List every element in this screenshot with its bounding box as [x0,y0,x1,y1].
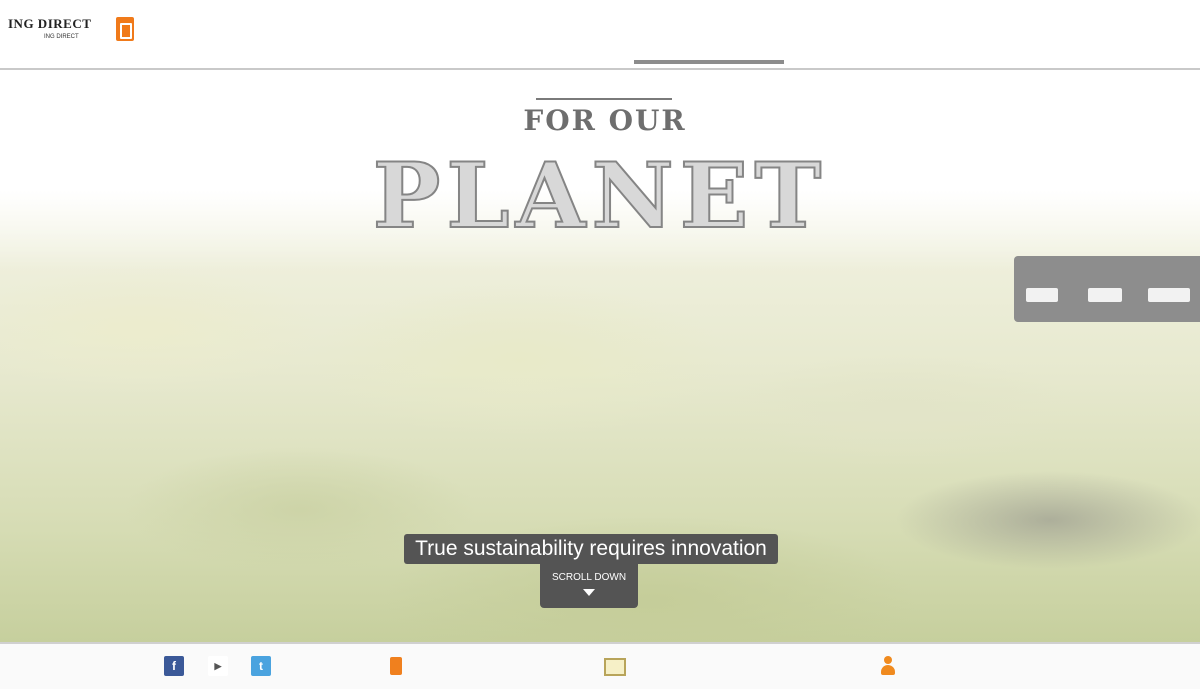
share-panel [1014,256,1200,322]
ing-mark-icon[interactable] [390,657,402,675]
twitter-icon[interactable]: t [251,656,271,676]
arrow-down-icon [583,589,595,596]
share-button-1[interactable] [1026,288,1058,302]
user-icon-body [881,665,895,675]
nav-active-indicator [634,60,784,64]
nav-item-2[interactable] [520,14,600,27]
user-icon-head [884,656,892,664]
logo-mark-icon [116,17,134,41]
logo-subtext: ING DIRECT [44,34,79,40]
logo-text: ING DIRECT [8,16,92,31]
share-button-3[interactable] [1148,288,1190,302]
user-icon[interactable] [880,656,896,676]
scroll-down-button[interactable]: SCROLL DOWN [540,564,638,608]
nav-item-4[interactable] [812,14,908,27]
share-button-2[interactable] [1088,288,1122,302]
mail-icon[interactable] [604,658,626,676]
hero-section: FOR OUR PLANET True sustainability requi… [0,70,1200,642]
youtube-icon[interactable]: ▶ [208,656,228,676]
site-header: ING DIRECT ING DIRECT [0,0,1200,70]
scroll-down-label: SCROLL DOWN [551,572,627,583]
facebook-icon[interactable]: f [164,656,184,676]
hero-title-small: FOR OUR [523,104,687,137]
hero-title-big: PLANET [372,143,828,249]
site-footer: f ▶ t [0,642,1200,689]
ing-direct-logo[interactable]: ING DIRECT ING DIRECT [8,14,138,48]
hero-caption: True sustainability requires innovation [404,534,778,564]
title-rule [536,98,672,100]
